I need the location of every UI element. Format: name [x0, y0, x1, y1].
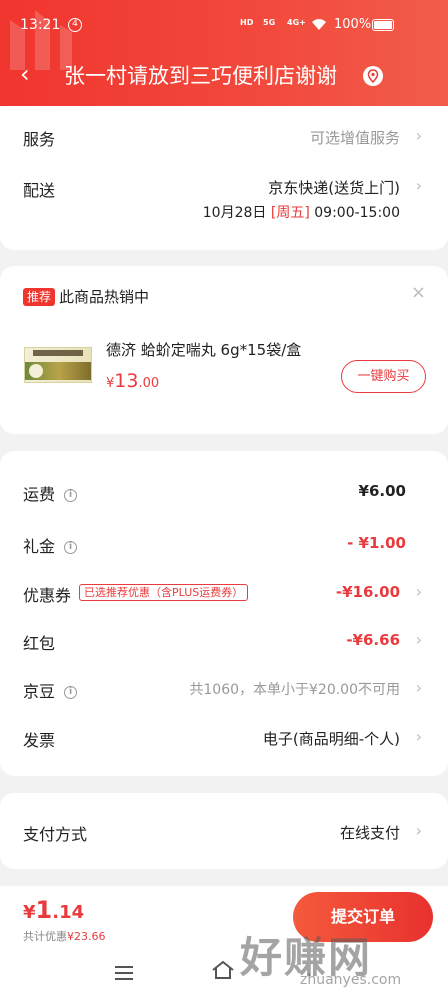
menu-icon[interactable]: [115, 966, 133, 984]
chevron-right-icon[interactable]: ›: [416, 727, 422, 746]
gift-row: 礼金 i: [23, 533, 78, 557]
service-label: 服务: [23, 130, 56, 149]
total-saving: 共计优惠¥23.66: [23, 930, 106, 943]
home-icon[interactable]: [211, 960, 235, 980]
payment-label: 支付方式: [23, 825, 88, 844]
4g-signal-icon: 4G+: [287, 18, 306, 27]
coupon-label: 优惠券: [23, 586, 72, 605]
chevron-right-icon[interactable]: ›: [416, 582, 422, 601]
product-image[interactable]: [24, 347, 92, 383]
total-price: ¥1.14: [23, 896, 85, 924]
hd-icon: HD: [240, 18, 254, 27]
watermark: 好赚网 zhuanyes.com: [240, 924, 448, 1000]
invoice-label: 发票: [23, 731, 56, 750]
info-icon[interactable]: i: [64, 686, 78, 699]
redpacket-label: 红包: [23, 634, 56, 653]
location-pin-icon[interactable]: [363, 66, 383, 86]
header: 13:21 4 HD 5G 4G+ 100% ‹ 张一村请放到三巧便利店谢谢: [0, 0, 448, 106]
notification-count-icon: 4: [68, 18, 82, 32]
payment-card: 支付方式 在线支付 ›: [0, 793, 448, 869]
freight-row: 运费 i: [23, 481, 78, 505]
one-click-buy-button[interactable]: 一键购买: [341, 360, 426, 393]
shipping-value[interactable]: 京东快递(送货上门): [268, 177, 400, 198]
info-icon[interactable]: i: [64, 489, 78, 502]
recommend-tag: 推荐: [23, 288, 56, 306]
shipping-schedule: 10月28日 [周五] 09:00-15:00: [203, 202, 400, 222]
chevron-right-icon[interactable]: ›: [416, 176, 422, 195]
back-button[interactable]: ‹: [20, 60, 30, 88]
product-name[interactable]: 德济 蛤蚧定喘丸 6g*15袋/盒: [106, 339, 301, 360]
battery-percent: 100%: [334, 17, 372, 32]
recommend-text: 此商品热销中: [59, 288, 150, 306]
close-icon[interactable]: ×: [411, 282, 426, 303]
service-value[interactable]: 可选增值服务: [310, 127, 400, 148]
recommend-card: 推荐 此商品热销中 × 德济 蛤蚧定喘丸 6g*15袋/盒 ¥13.00 一键购…: [0, 266, 448, 434]
shipping-label: 配送: [23, 181, 56, 200]
shipping-date: 10月28日: [202, 205, 267, 221]
invoice-value[interactable]: 电子(商品明细-个人): [263, 728, 400, 749]
payment-value[interactable]: 在线支付: [340, 822, 400, 843]
redpacket-value[interactable]: -¥6.66: [346, 631, 400, 649]
chevron-right-icon[interactable]: ›: [416, 126, 422, 145]
status-bar: 13:21 4 HD 5G 4G+ 100%: [0, 0, 448, 48]
chevron-right-icon[interactable]: ›: [416, 630, 422, 649]
address-title[interactable]: 张一村请放到三巧便利店谢谢: [64, 61, 337, 91]
shipping-time: 09:00-15:00: [314, 205, 400, 221]
chevron-right-icon[interactable]: ›: [416, 678, 422, 697]
jingdou-value[interactable]: 共1060，本单小于¥20.00不可用: [189, 679, 400, 699]
jingdou-row: 京豆 i: [23, 678, 78, 702]
freight-value: ¥6.00: [358, 482, 406, 500]
battery-icon: [372, 19, 394, 31]
coupon-value[interactable]: -¥16.00: [336, 583, 400, 601]
coupon-badge[interactable]: 已选推荐优惠（含PLUS运费券）: [79, 584, 249, 601]
gift-value: - ¥1.00: [347, 534, 406, 552]
shipping-weekday: [周五]: [270, 205, 310, 221]
status-time: 13:21: [20, 17, 61, 33]
fees-card: 运费 i ¥6.00 礼金 i - ¥1.00 优惠券 已选推荐优惠（含PLUS运费…: [0, 451, 448, 776]
chevron-right-icon[interactable]: ›: [416, 821, 422, 840]
watermark-url: zhuanyes.com: [300, 972, 402, 988]
delivery-card: 服务 可选增值服务 › 配送 京东快递(送货上门) › 10月28日 [周五] …: [0, 106, 448, 250]
wifi-icon: [312, 19, 326, 30]
5g-signal-icon: 5G: [263, 18, 276, 27]
product-price: ¥13.00: [106, 370, 160, 392]
info-icon[interactable]: i: [64, 541, 78, 554]
